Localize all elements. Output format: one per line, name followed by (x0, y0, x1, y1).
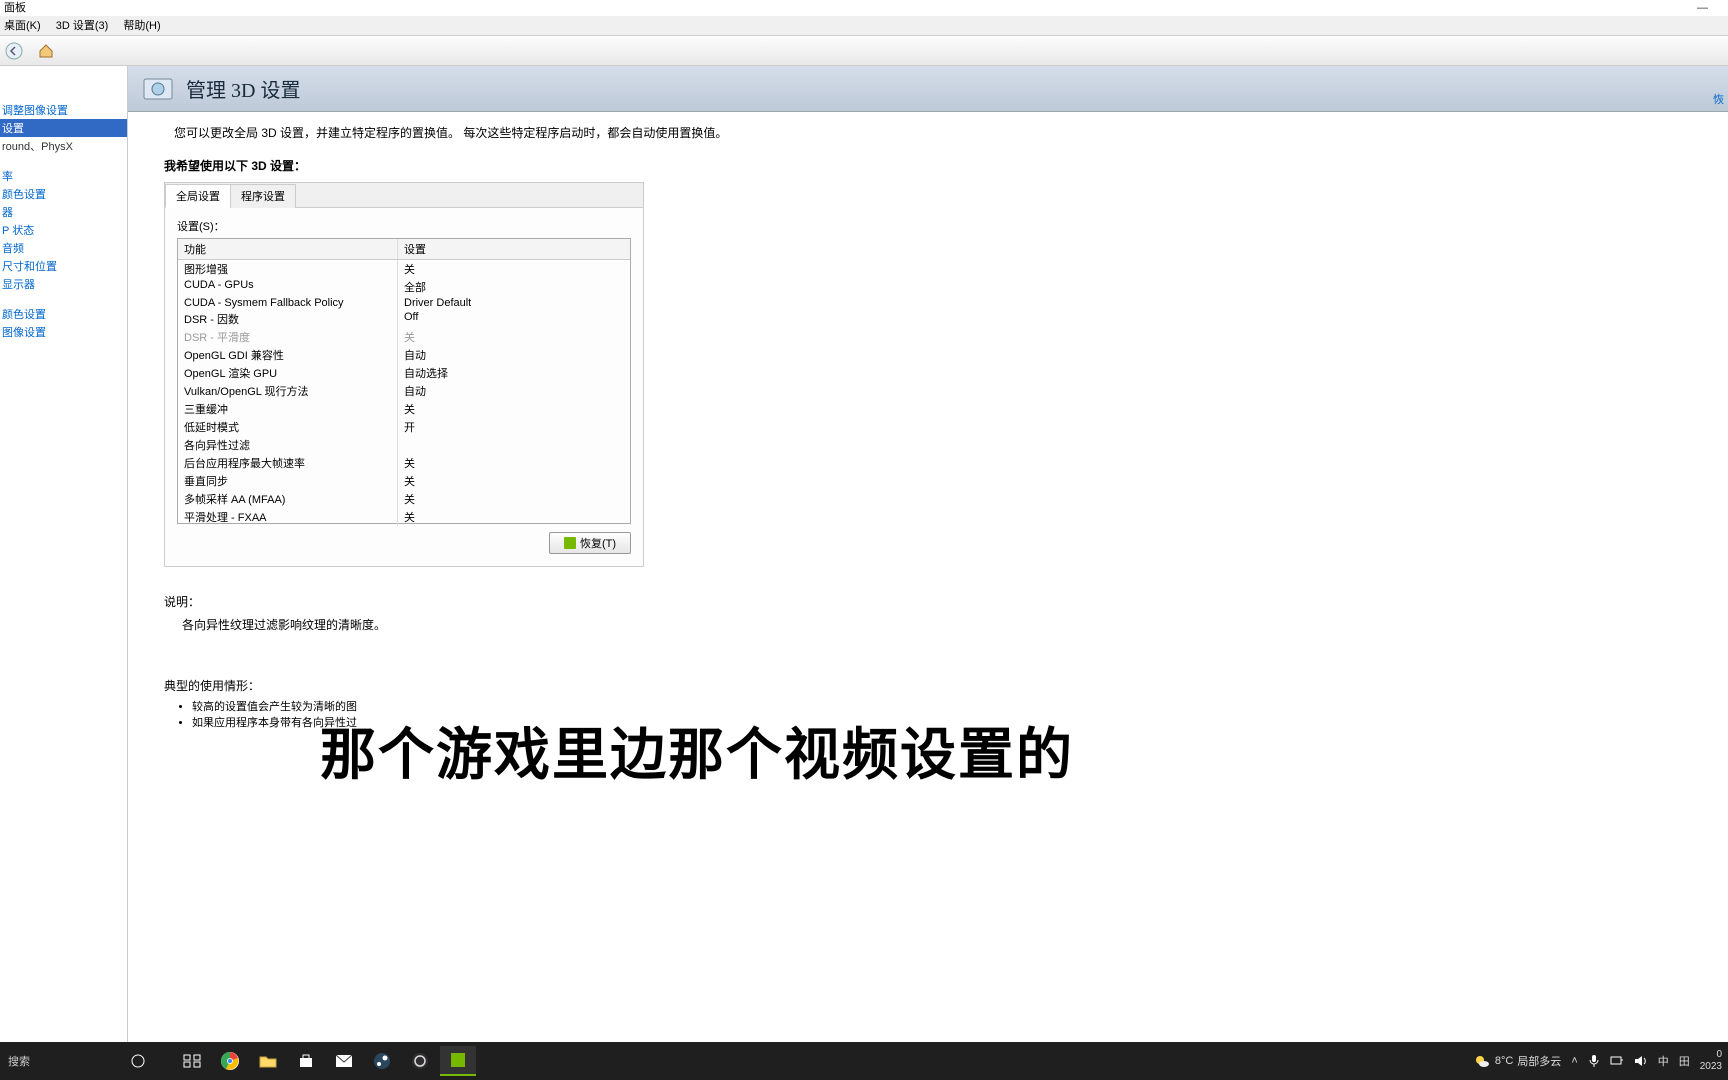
sidebar-item-color2[interactable]: 颜色设置 (0, 305, 127, 323)
table-row[interactable]: CUDA - GPUs全部 (178, 278, 630, 296)
network-icon[interactable] (1610, 1055, 1624, 1067)
table-row: DSR - 平滑度关 (178, 328, 630, 346)
mail-icon[interactable] (326, 1046, 362, 1076)
settings-panel: 全局设置 程序设置 设置(S)： 功能 设置 图形增强关 CUDA - GPUs… (164, 182, 644, 567)
restore-button[interactable]: 恢复(T) (549, 532, 631, 554)
table-row[interactable]: Vulkan/OpenGL 现行方法自动 (178, 382, 630, 400)
table-row[interactable]: 各向异性过滤 (178, 436, 630, 454)
weather-widget[interactable]: 8°C 局部多云 (1473, 1052, 1561, 1070)
usage-item: 如果应用程序本身带有各向异性过 (192, 714, 1692, 730)
usage-item: 较高的设置值会产生较为清晰的图 (192, 698, 1692, 714)
sidebar-item-display[interactable]: 显示器 (0, 275, 127, 293)
weather-temp: 8°C (1495, 1055, 1513, 1067)
table-row[interactable]: 三重缓冲关 (178, 400, 630, 418)
table-row[interactable]: 平滑处理 - FXAA关 (178, 508, 630, 526)
table-row[interactable]: 多帧采样 AA (MFAA)关 (178, 490, 630, 508)
col-setting: 设置 (398, 239, 630, 259)
window-title: 面板 (4, 0, 26, 16)
weather-icon (1473, 1052, 1491, 1070)
section-label: 我希望使用以下 3D 设置： (164, 157, 1692, 174)
clock[interactable]: 0 2023 (1700, 1049, 1722, 1073)
sidebar-item-size-pos[interactable]: 尺寸和位置 (0, 257, 127, 275)
sidebar-item-rate[interactable]: 率 (0, 167, 127, 185)
explanation: 说明： 各向异性纹理过滤影响纹理的清晰度。 (164, 593, 1692, 633)
page-description: 您可以更改全局 3D 设置，并建立特定程序的置换值。 每次这些特定程序启动时，都… (174, 124, 1692, 141)
sidebar-item-p-state[interactable]: P 状态 (0, 221, 127, 239)
nvidia-icon[interactable] (440, 1046, 476, 1076)
back-button[interactable] (2, 39, 26, 63)
sidebar-item-physx[interactable]: round、PhysX (0, 137, 127, 155)
usage-section: 典型的使用情形： 较高的设置值会产生较为清晰的图 如果应用程序本身带有各向异性过 (164, 677, 1692, 730)
sidebar-item-settings[interactable]: 设置 (0, 119, 127, 137)
cortana-icon[interactable] (120, 1046, 156, 1076)
settings-grid: 功能 设置 图形增强关 CUDA - GPUs全部 CUDA - Sysmem … (177, 238, 631, 524)
toolbar (0, 36, 1728, 66)
sidebar-item-audio[interactable]: 音频 (0, 239, 127, 257)
sidebar-item-color[interactable]: 颜色设置 (0, 185, 127, 203)
tab-program[interactable]: 程序设置 (230, 184, 296, 208)
steam-icon[interactable] (364, 1046, 400, 1076)
table-row[interactable]: 图形增强关 (178, 260, 630, 278)
taskbar: 搜索 8°C 局部多云 ˄ 中 田 0 2023 (0, 1042, 1728, 1080)
microphone-icon[interactable] (1588, 1054, 1600, 1068)
table-row[interactable]: 垂直同步关 (178, 472, 630, 490)
menu-desktop[interactable]: 桌面(K) (4, 20, 41, 32)
explorer-icon[interactable] (250, 1046, 286, 1076)
sidebar: 调整图像设置 设置 round、PhysX 率 颜色设置 器 P 状态 音频 尺… (0, 66, 128, 1042)
page-title: 管理 3D 设置 (186, 74, 300, 103)
restore-defaults-link[interactable]: 恢 (1713, 91, 1724, 107)
tray-chevron-icon[interactable]: ˄ (1571, 1055, 1577, 1067)
explain-head: 说明： (164, 593, 1692, 610)
title-bar: 面板 — (0, 0, 1728, 16)
settings-label: 设置(S)： (177, 218, 631, 234)
sidebar-item-image2[interactable]: 图像设置 (0, 323, 127, 341)
table-row[interactable]: OpenGL 渲染 GPU自动选择 (178, 364, 630, 382)
table-row[interactable]: 后台应用程序最大帧速率关 (178, 454, 630, 472)
usage-head: 典型的使用情形： (164, 677, 1692, 694)
menu-3d-settings[interactable]: 3D 设置(3) (56, 20, 109, 32)
page-header: 管理 3D 设置 恢 (128, 66, 1728, 112)
sidebar-item-device[interactable]: 器 (0, 203, 127, 221)
ime-input[interactable]: 田 (1679, 1053, 1690, 1069)
table-row[interactable]: 低延时模式开 (178, 418, 630, 436)
table-row[interactable]: CUDA - Sysmem Fallback PolicyDriver Defa… (178, 296, 630, 310)
tab-global[interactable]: 全局设置 (165, 184, 231, 208)
explain-text: 各向异性纹理过滤影响纹理的清晰度。 (164, 616, 1692, 633)
col-feature: 功能 (178, 239, 398, 259)
nvidia-icon (564, 537, 576, 549)
settings-grid-body[interactable]: 图形增强关 CUDA - GPUs全部 CUDA - Sysmem Fallba… (178, 260, 630, 526)
weather-desc: 局部多云 (1517, 1053, 1561, 1069)
tabs: 全局设置 程序设置 (165, 183, 643, 208)
chrome-icon[interactable] (212, 1046, 248, 1076)
header-icon (140, 71, 176, 107)
obs-icon[interactable] (402, 1046, 438, 1076)
table-row[interactable]: DSR - 因数Off (178, 310, 630, 328)
content-area: 您可以更改全局 3D 设置，并建立特定程序的置换值。 每次这些特定程序启动时，都… (128, 112, 1728, 1042)
store-icon[interactable] (288, 1046, 324, 1076)
menu-bar: 桌面(K) 3D 设置(3) 帮助(H) (0, 16, 1728, 36)
sidebar-item-image-adjust[interactable]: 调整图像设置 (0, 101, 127, 119)
taskbar-search[interactable]: 搜索 (0, 1053, 120, 1069)
table-row[interactable]: OpenGL GDI 兼容性自动 (178, 346, 630, 364)
home-button[interactable] (34, 39, 58, 63)
minimize-button[interactable]: — (1697, 0, 1728, 16)
ime-lang[interactable]: 中 (1658, 1053, 1669, 1069)
volume-icon[interactable] (1634, 1055, 1648, 1067)
menu-help[interactable]: 帮助(H) (123, 20, 160, 32)
task-view-icon[interactable] (174, 1046, 210, 1076)
